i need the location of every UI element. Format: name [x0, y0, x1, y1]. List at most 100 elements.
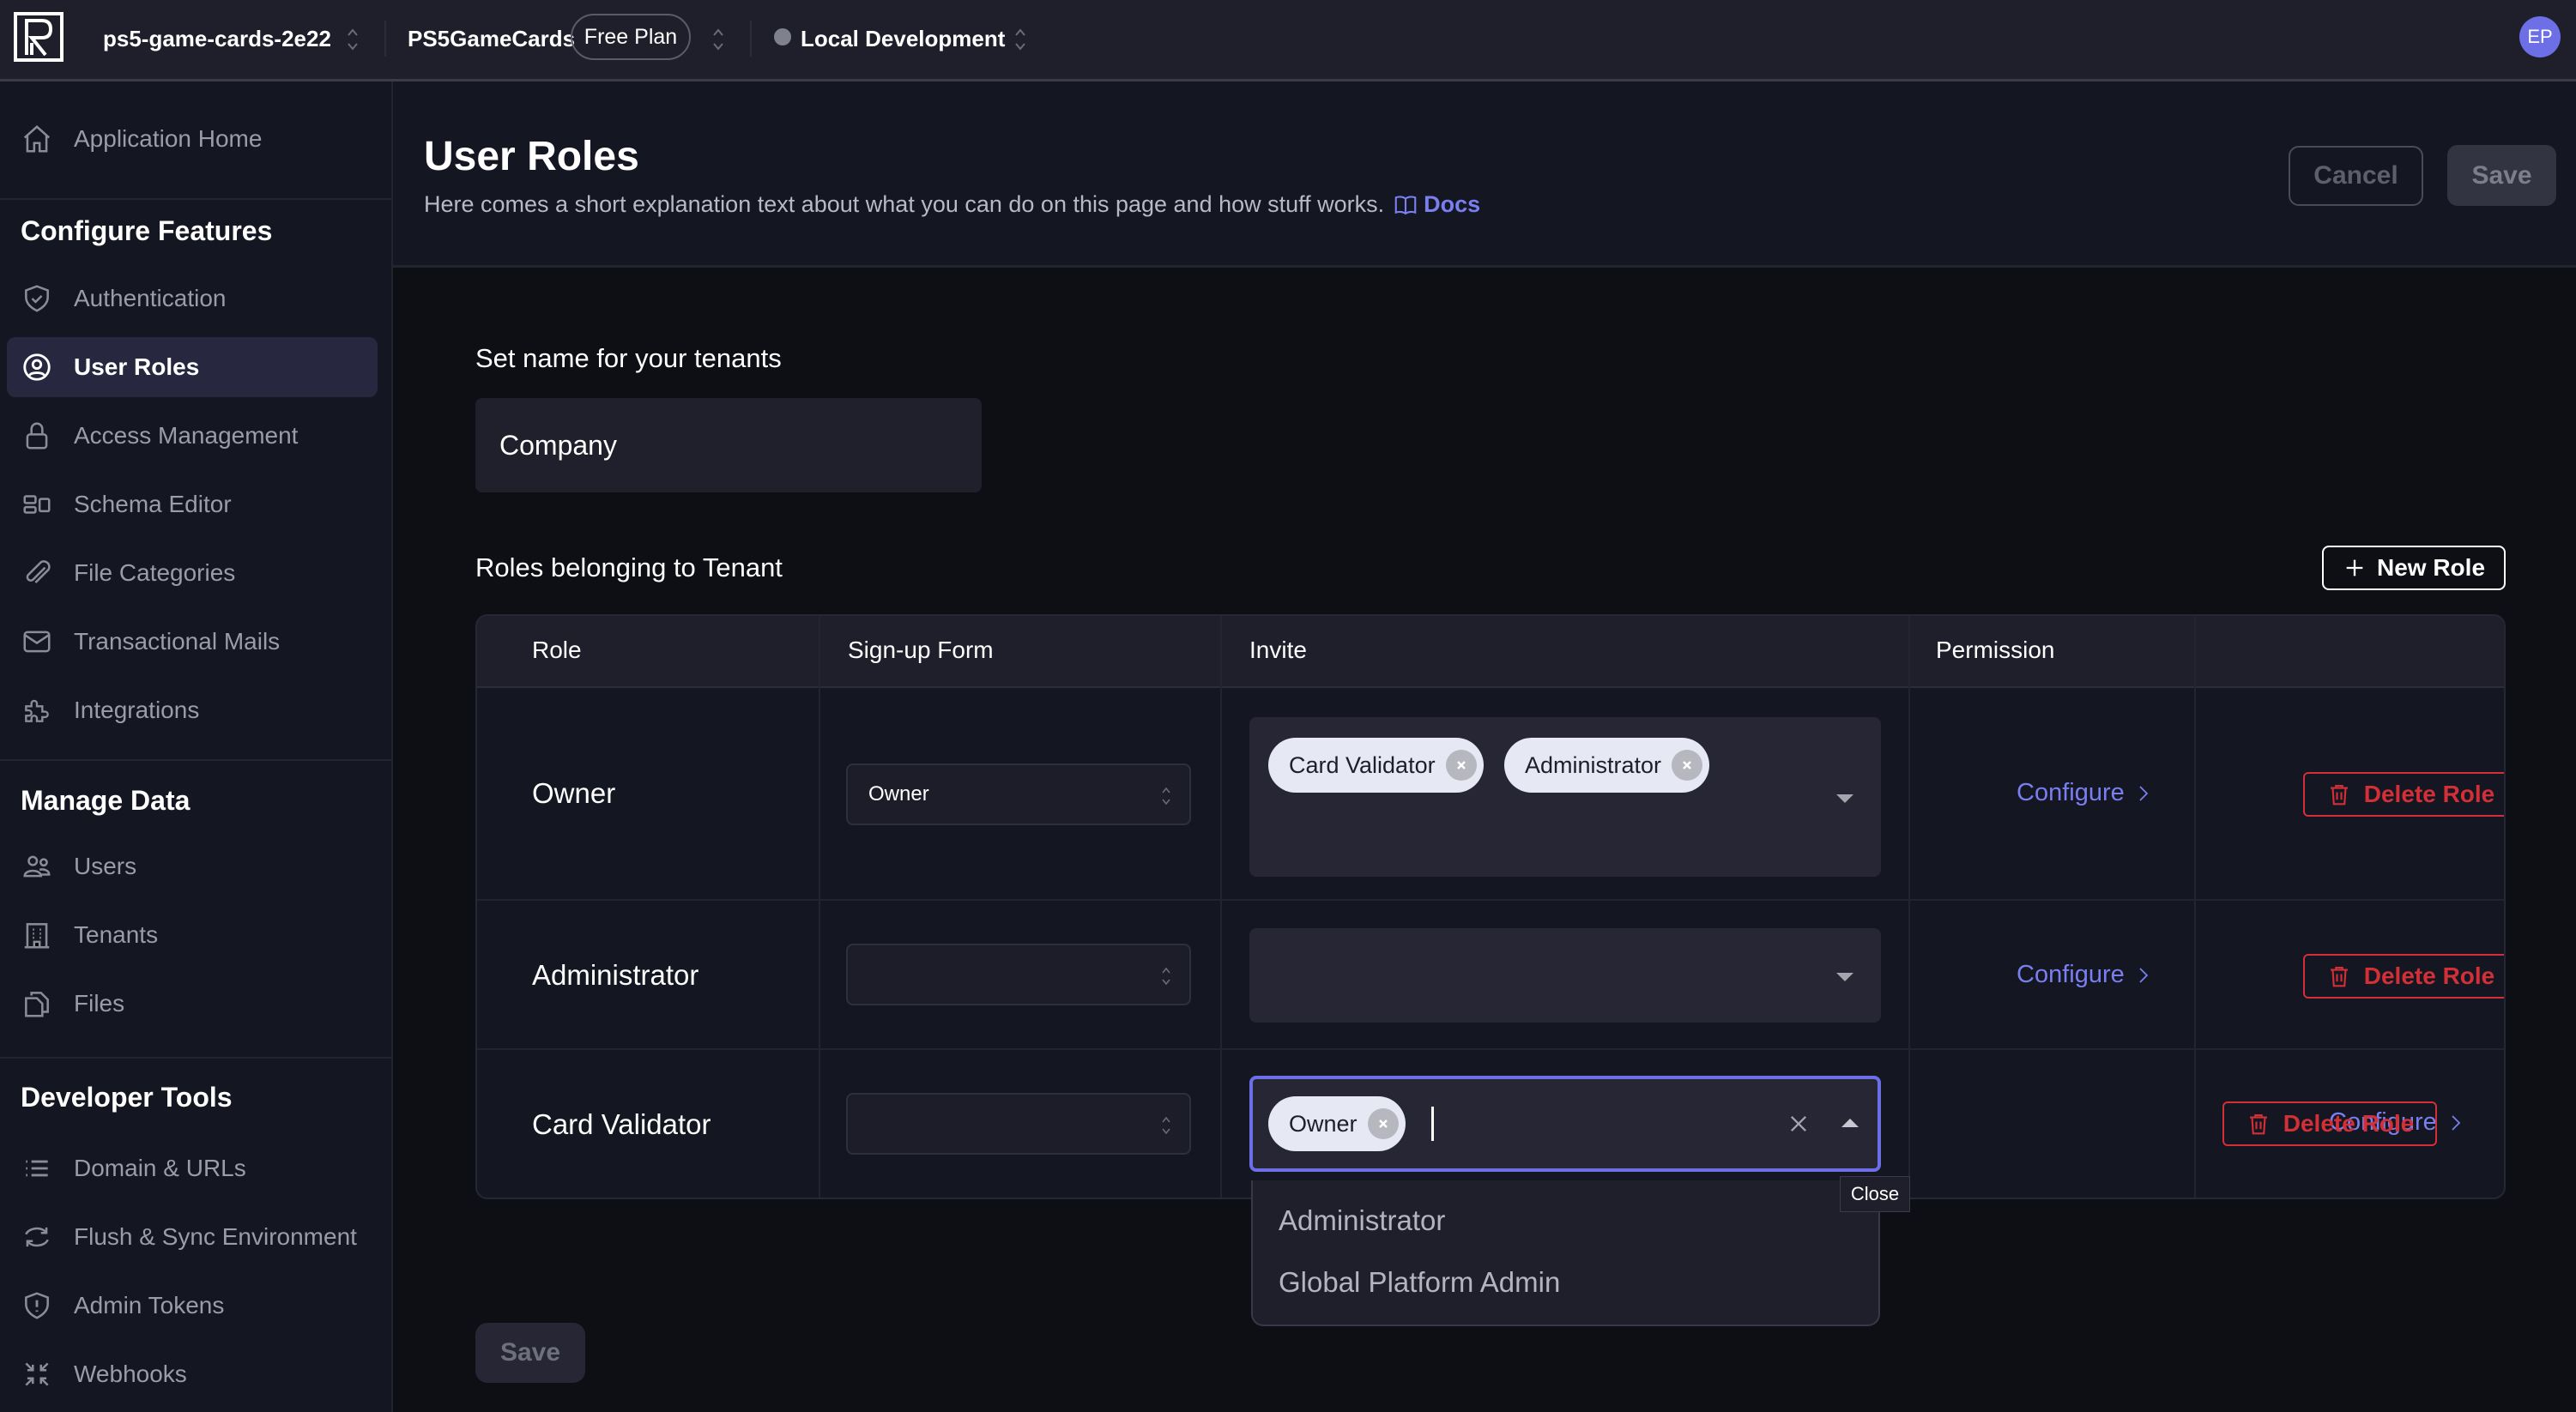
invite-multiselect[interactable]	[1249, 928, 1881, 1023]
new-role-label: New Role	[2376, 554, 2486, 581]
arrows-in-icon	[25, 1362, 49, 1386]
logo-r-icon	[25, 19, 53, 57]
column-divider	[1908, 616, 1910, 1198]
delete-role-button[interactable]: Delete Role	[2303, 772, 2504, 817]
sidebar-item-flush-sync[interactable]: Flush & Sync Environment	[7, 1207, 378, 1267]
sidebar-item-user-roles[interactable]: User Roles	[7, 337, 378, 397]
page-description: Here comes a short explanation text abou…	[424, 191, 1480, 218]
divider	[384, 21, 386, 57]
sidebar-item-label: User Roles	[74, 353, 200, 380]
sidebar-item-integrations[interactable]: Integrations	[7, 680, 378, 740]
list-icon	[26, 1160, 48, 1177]
chevron-updown-icon[interactable]	[345, 24, 360, 55]
row-divider	[477, 1048, 2504, 1050]
sidebar-item-label: Transactional Mails	[74, 628, 281, 655]
sidebar-item-authentication[interactable]: Authentication	[7, 269, 378, 329]
app-logo[interactable]	[14, 12, 63, 62]
column-divider	[1220, 616, 1222, 1198]
column-header-invite: Invite	[1249, 637, 1307, 663]
role-name: Administrator	[532, 959, 699, 991]
text-cursor	[1431, 1107, 1434, 1141]
delete-label: Delete Role	[2283, 1110, 2415, 1137]
users-icon	[23, 855, 51, 878]
configure-label: Configure	[2017, 961, 2125, 988]
plan-badge: Free Plan	[571, 14, 691, 60]
sidebar-item-admin-tokens[interactable]: Admin Tokens	[7, 1276, 378, 1336]
schema-icon	[23, 495, 51, 514]
chevron-updown-icon[interactable]	[1013, 24, 1028, 55]
delete-label: Delete Role	[2363, 781, 2495, 807]
configure-link[interactable]: Configure	[2017, 961, 2149, 989]
invite-multiselect[interactable]: Card Validator Administrator	[1249, 717, 1881, 877]
column-header-role: Role	[532, 637, 582, 663]
signup-form-select[interactable]	[846, 944, 1191, 1005]
sidebar-item-label: Flush & Sync Environment	[74, 1223, 357, 1250]
signup-form-select[interactable]: Owner	[846, 763, 1191, 825]
chevron-updown-icon[interactable]	[711, 24, 726, 55]
sidebar-item-domain-urls[interactable]: Domain & URLs	[7, 1138, 378, 1198]
sidebar-divider	[0, 198, 391, 200]
shield-check-icon	[25, 285, 49, 312]
sidebar-divider	[0, 1057, 391, 1059]
book-icon	[1394, 195, 1417, 214]
chevron-updown-icon	[1162, 967, 1170, 986]
chevron-right-icon	[2139, 785, 2149, 801]
save-button[interactable]: Save	[475, 1323, 585, 1383]
sidebar-item-label: Access Management	[74, 422, 299, 449]
chevron-right-icon	[2139, 967, 2149, 983]
sidebar-item-access-management[interactable]: Access Management	[7, 406, 378, 466]
invite-chip: Owner	[1268, 1096, 1406, 1151]
dropdown-option[interactable]: Global Platform Admin	[1279, 1266, 1560, 1299]
page-title: User Roles	[424, 134, 639, 179]
caret-down-icon[interactable]	[1836, 794, 1853, 803]
chip-remove-icon[interactable]	[1445, 750, 1477, 781]
role-name: Owner	[532, 777, 616, 809]
page-header: User Roles Here comes a short explanatio…	[393, 81, 2576, 268]
new-role-button[interactable]: New Role	[2322, 546, 2506, 590]
delete-role-button[interactable]: Delete Role	[2303, 954, 2504, 999]
puzzle-icon	[25, 699, 49, 722]
invite-chip: Card Validator	[1268, 738, 1484, 793]
caret-up-icon[interactable]	[1841, 1119, 1859, 1127]
sidebar-item-webhooks[interactable]: Webhooks	[7, 1344, 378, 1404]
sidebar-divider	[0, 759, 391, 761]
sidebar-item-tenants[interactable]: Tenants	[7, 905, 378, 965]
sidebar-item-transactional-mails[interactable]: Transactional Mails	[7, 612, 378, 672]
sidebar-item-label: Integrations	[74, 697, 200, 723]
invite-multiselect-focused[interactable]: Owner	[1249, 1076, 1881, 1172]
dropdown-option[interactable]: Administrator	[1279, 1204, 1445, 1237]
sidebar-item-label: Users	[74, 853, 137, 879]
caret-down-icon[interactable]	[1836, 973, 1853, 981]
environment-status-dot	[774, 28, 791, 45]
divider	[750, 21, 752, 57]
sidebar-item-label: Files	[74, 990, 125, 1017]
app-selector[interactable]: PS5GameCards	[408, 26, 575, 52]
sidebar-item-application-home[interactable]: Application Home	[7, 109, 378, 169]
chip-label: Card Validator	[1289, 751, 1436, 778]
sidebar-item-users[interactable]: Users	[7, 836, 378, 896]
save-button-header[interactable]: Save	[2447, 145, 2556, 206]
project-selector[interactable]: ps5-game-cards-2e22	[103, 26, 331, 52]
clear-icon[interactable]	[1787, 1112, 1811, 1136]
sidebar-item-schema-editor[interactable]: Schema Editor	[7, 474, 378, 534]
chevron-updown-icon	[1162, 787, 1170, 806]
configure-link[interactable]: Configure	[2017, 779, 2149, 807]
sidebar-item-label: File Categories	[74, 559, 236, 586]
user-avatar[interactable]: EP	[2519, 16, 2561, 57]
column-divider	[819, 616, 820, 1198]
docs-link[interactable]: Docs	[1393, 191, 1480, 218]
environment-selector[interactable]: Local Development	[801, 26, 1005, 52]
sidebar-item-file-categories[interactable]: File Categories	[7, 543, 378, 603]
tenant-name-input[interactable]	[475, 398, 982, 492]
sidebar-heading: Developer Tools	[21, 1082, 233, 1113]
signup-form-select[interactable]	[846, 1093, 1191, 1155]
lock-icon	[26, 422, 48, 450]
delete-role-button[interactable]: Delete Role	[2222, 1101, 2437, 1146]
cancel-button[interactable]: Cancel	[2289, 146, 2423, 206]
plus-icon	[2346, 559, 2363, 576]
chip-remove-icon[interactable]	[1672, 750, 1703, 781]
chip-remove-icon[interactable]	[1367, 1108, 1399, 1139]
sidebar-item-files[interactable]: Files	[7, 974, 378, 1034]
chevron-right-icon	[2452, 1114, 2461, 1131]
invite-dropdown-menu: Administrator Global Platform Admin	[1251, 1180, 1880, 1326]
